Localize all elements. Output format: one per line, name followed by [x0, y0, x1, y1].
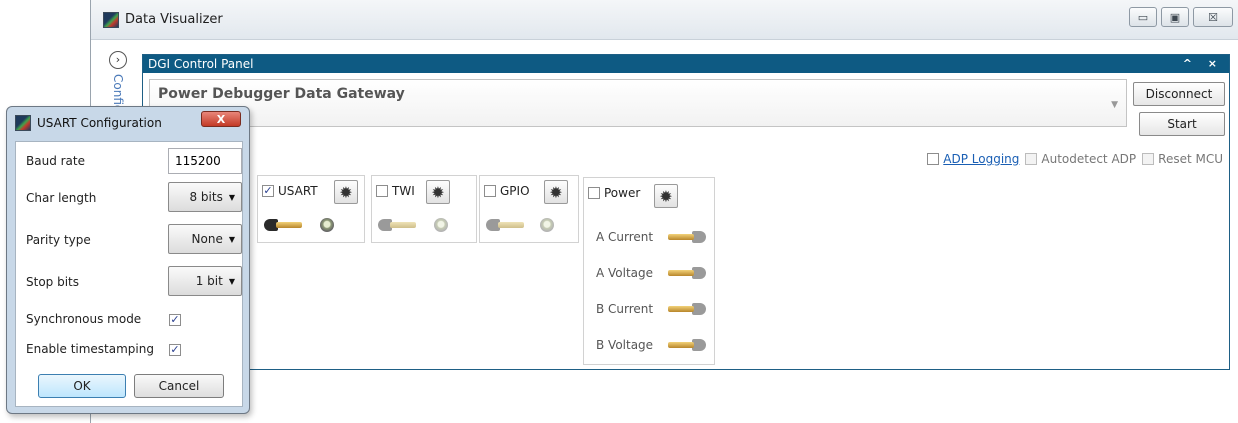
- parity-type-value: None: [191, 232, 223, 246]
- stop-bits-value: 1 bit: [195, 274, 223, 288]
- power-gear-icon[interactable]: ✹: [654, 184, 678, 208]
- reset-mcu-option: Reset MCU: [1142, 152, 1223, 166]
- stop-bits-label: Stop bits: [26, 275, 80, 289]
- minimize-button[interactable]: ▭: [1129, 7, 1157, 27]
- power-channel-a-current: A Current: [596, 230, 654, 244]
- twi-led-icon: [434, 218, 448, 232]
- autodetect-adp-checkbox: [1025, 153, 1038, 165]
- adp-logging-checkbox[interactable]: [927, 153, 940, 165]
- power-checkbox[interactable]: [588, 187, 600, 199]
- char-length-select[interactable]: 8 bits ▼: [168, 182, 242, 212]
- power-label: Power: [604, 186, 641, 200]
- char-length-label: Char length: [26, 191, 97, 205]
- reset-mcu-label: Reset MCU: [1158, 152, 1223, 166]
- twi-label: TWI: [392, 184, 415, 198]
- gpio-label: GPIO: [500, 184, 530, 198]
- gateway-selector[interactable]: Power Debugger Data Gateway ▼: [149, 79, 1127, 127]
- disconnect-button[interactable]: Disconnect: [1133, 82, 1225, 106]
- interface-power: Power ✹ A Current A Voltage B Current B …: [583, 177, 715, 365]
- dgi-control-panel: DGI Control Panel ^ × Power Debugger Dat…: [142, 54, 1230, 370]
- power-channel-b-current: B Current: [596, 302, 654, 316]
- app-icon: [103, 12, 119, 28]
- usart-checkbox[interactable]: ✓: [262, 185, 274, 197]
- gpio-gear-icon[interactable]: ✹: [544, 180, 568, 204]
- twi-checkbox[interactable]: [376, 185, 388, 197]
- twi-gear-icon[interactable]: ✹: [426, 180, 450, 204]
- usart-led-icon: [320, 218, 334, 232]
- dialog-close-button[interactable]: X: [201, 111, 241, 127]
- window-title: Data Visualizer: [125, 12, 223, 27]
- dialog-app-icon: [15, 115, 31, 131]
- window-controls: ▭ ▣ ☒: [1129, 7, 1233, 27]
- usart-configuration-dialog: USART Configuration X Baud rate Char len…: [6, 106, 250, 414]
- enable-timestamping-checkbox[interactable]: ✓: [169, 344, 181, 356]
- synchronous-mode-checkbox[interactable]: ✓: [169, 314, 181, 326]
- chevron-down-icon: ▼: [228, 192, 235, 202]
- close-button[interactable]: ☒: [1193, 7, 1233, 27]
- configuration-tab-label[interactable]: Config: [111, 74, 125, 110]
- maximize-button[interactable]: ▣: [1161, 7, 1189, 27]
- gpio-probe-icon: [486, 218, 524, 232]
- interface-usart: ✓ USART ✹: [257, 175, 365, 243]
- power-channel-a-voltage: A Voltage: [596, 266, 654, 280]
- adp-logging-option[interactable]: ADP Logging: [927, 152, 1019, 166]
- baud-rate-label: Baud rate: [26, 154, 85, 168]
- cancel-button[interactable]: Cancel: [134, 374, 224, 398]
- adp-logging-link[interactable]: ADP Logging: [943, 152, 1019, 166]
- parity-type-label: Parity type: [26, 233, 91, 247]
- start-button[interactable]: Start: [1139, 112, 1225, 136]
- panel-collapse-close-icons[interactable]: ^ ×: [1183, 55, 1223, 73]
- synchronous-mode-label: Synchronous mode: [26, 312, 142, 326]
- interface-gpio: GPIO ✹: [479, 175, 579, 243]
- reset-mcu-checkbox: [1142, 153, 1155, 165]
- chevron-down-icon: ▼: [228, 276, 235, 286]
- char-length-value: 8 bits: [189, 190, 223, 204]
- options-row: ADP Logging Autodetect ADP Reset MCU: [927, 152, 1223, 166]
- usart-gear-icon[interactable]: ✹: [334, 180, 358, 204]
- chevron-down-icon[interactable]: ▼: [1111, 100, 1118, 110]
- a-voltage-probe-icon: [668, 266, 706, 280]
- dialog-body: Baud rate Char length 8 bits ▼ Parity ty…: [15, 141, 243, 407]
- a-current-probe-icon: [668, 230, 706, 244]
- interface-twi: TWI ✹: [371, 175, 477, 243]
- gpio-led-icon: [540, 218, 554, 232]
- chevron-down-icon: ▼: [228, 234, 235, 244]
- autodetect-adp-option: Autodetect ADP: [1025, 152, 1136, 166]
- ok-button[interactable]: OK: [38, 374, 126, 398]
- b-voltage-probe-icon: [668, 338, 706, 352]
- autodetect-adp-label: Autodetect ADP: [1041, 152, 1137, 166]
- usart-label: USART: [278, 184, 318, 198]
- dgi-panel-header: DGI Control Panel ^ ×: [143, 55, 1229, 73]
- b-current-probe-icon: [668, 302, 706, 316]
- dialog-titlebar[interactable]: USART Configuration: [15, 115, 162, 131]
- usart-probe-icon: [264, 218, 302, 232]
- twi-probe-icon: [378, 218, 416, 232]
- stop-bits-select[interactable]: 1 bit ▼: [168, 266, 242, 296]
- dgi-panel-title: DGI Control Panel: [148, 57, 254, 71]
- gateway-name: Power Debugger Data Gateway: [158, 86, 405, 102]
- gpio-checkbox[interactable]: [484, 185, 496, 197]
- parity-type-select[interactable]: None ▼: [168, 224, 242, 254]
- expand-sidebar-button[interactable]: ›: [109, 51, 127, 69]
- enable-timestamping-label: Enable timestamping: [26, 342, 154, 356]
- dialog-title: USART Configuration: [37, 116, 162, 130]
- power-channel-b-voltage: B Voltage: [596, 338, 654, 352]
- main-titlebar[interactable]: Data Visualizer ▭ ▣ ☒: [91, 0, 1238, 40]
- baud-rate-input[interactable]: [168, 148, 242, 174]
